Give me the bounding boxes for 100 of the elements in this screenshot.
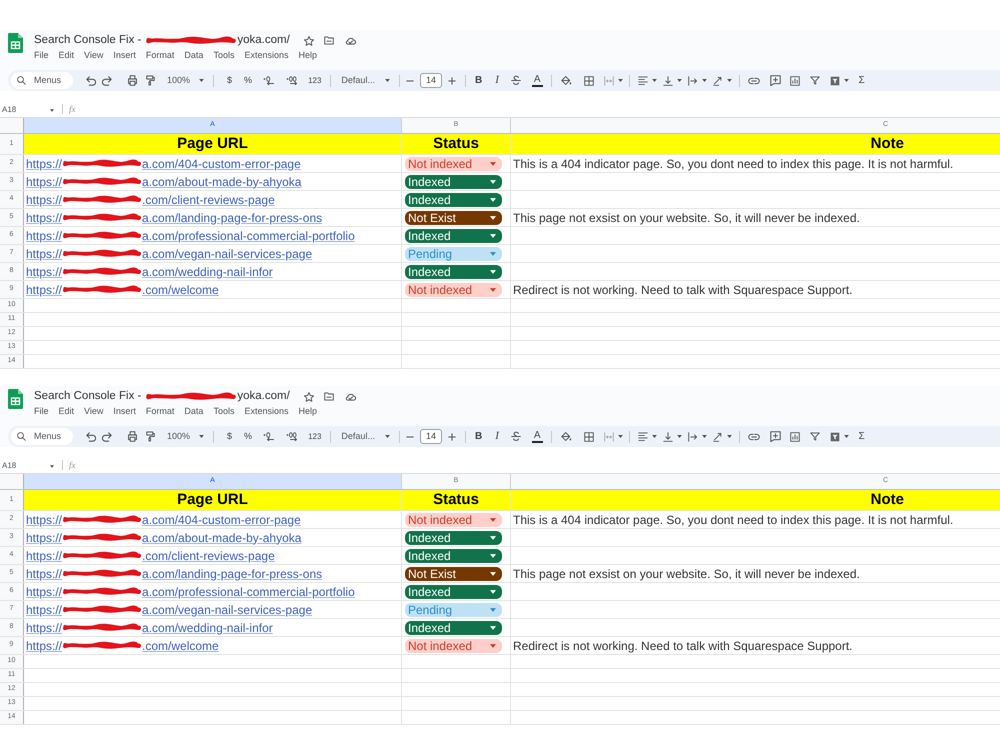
strikethrough-icon[interactable] xyxy=(510,75,521,86)
filter-icon[interactable] xyxy=(810,76,820,85)
caret-icon[interactable] xyxy=(676,435,682,438)
caret-icon[interactable] xyxy=(726,79,732,82)
font-dropdown[interactable]: Defaul... xyxy=(341,432,390,441)
name-box[interactable]: A18 xyxy=(2,106,42,114)
number-format-button[interactable]: 123 xyxy=(308,432,322,440)
menu-item[interactable]: Extensions xyxy=(244,407,288,416)
redo-icon[interactable] xyxy=(102,432,112,442)
url-link[interactable]: https:// xyxy=(26,600,62,618)
increase-decimal-icon[interactable] xyxy=(286,432,298,441)
caret-icon[interactable] xyxy=(652,435,657,438)
paint-format-icon[interactable] xyxy=(146,431,155,442)
borders-icon[interactable] xyxy=(584,76,594,86)
caret-icon[interactable] xyxy=(844,435,849,438)
cloud-icon[interactable] xyxy=(344,36,356,44)
url-link[interactable]: https:// xyxy=(26,564,62,582)
fill-color-icon[interactable] xyxy=(560,75,572,86)
filter-icon[interactable] xyxy=(810,432,820,441)
status-dropdown[interactable]: Indexed xyxy=(405,228,502,242)
status-dropdown[interactable]: Indexed xyxy=(405,584,502,598)
menus-search-button[interactable]: Menus xyxy=(11,428,73,445)
status-dropdown[interactable]: Indexed xyxy=(405,192,502,206)
url-link[interactable]: https:// xyxy=(26,208,62,226)
comment-icon[interactable] xyxy=(770,431,781,442)
align-left-icon[interactable] xyxy=(638,432,648,441)
url-link[interactable]: a.com/vegan-nail-services-page xyxy=(142,600,312,618)
plus-icon[interactable] xyxy=(448,76,456,84)
url-link[interactable]: a.com/about-made-by-ahyoka xyxy=(142,528,302,546)
text-wrap-icon[interactable] xyxy=(688,432,698,442)
url-link[interactable]: a.com/404-custom-error-page xyxy=(142,154,301,172)
folder-icon[interactable] xyxy=(324,392,334,401)
paint-format-icon[interactable] xyxy=(146,75,155,86)
decrease-decimal-icon[interactable] xyxy=(263,76,276,85)
zoom-dropdown[interactable]: 100% xyxy=(167,76,204,85)
menu-item[interactable]: Help xyxy=(298,51,317,60)
menu-item[interactable]: Help xyxy=(298,407,317,416)
caret-icon[interactable] xyxy=(676,79,682,82)
chart-icon[interactable] xyxy=(790,432,800,442)
merge-cells-icon[interactable] xyxy=(604,76,614,86)
folder-icon[interactable] xyxy=(324,36,334,45)
text-color-button[interactable]: A xyxy=(532,430,543,442)
font-dropdown[interactable]: Defaul... xyxy=(341,76,390,85)
caret-icon[interactable] xyxy=(726,435,732,438)
url-link[interactable]: https:// xyxy=(26,190,62,208)
url-link[interactable]: https:// xyxy=(26,528,62,546)
text-rotation-icon[interactable] xyxy=(712,76,723,86)
link-icon[interactable] xyxy=(748,76,760,84)
url-link[interactable]: https:// xyxy=(26,510,62,528)
url-link[interactable]: https:// xyxy=(26,226,62,244)
menu-item[interactable]: Format xyxy=(146,51,174,60)
url-link[interactable]: https:// xyxy=(26,154,62,172)
menus-search-button[interactable]: Menus xyxy=(11,72,73,89)
align-left-icon[interactable] xyxy=(638,76,648,85)
bold-button[interactable]: B xyxy=(474,432,482,442)
menu-item[interactable]: Insert xyxy=(113,51,136,60)
fill-color-icon[interactable] xyxy=(560,431,572,442)
redo-icon[interactable] xyxy=(102,76,112,86)
status-dropdown[interactable]: Indexed xyxy=(405,620,502,634)
caret-icon[interactable] xyxy=(618,435,623,438)
name-box[interactable]: A18 xyxy=(2,462,42,470)
menu-item[interactable]: Tools xyxy=(213,51,234,60)
caret-icon[interactable] xyxy=(618,79,623,82)
plus-icon[interactable] xyxy=(448,432,456,440)
print-icon[interactable] xyxy=(127,75,138,86)
percent-button[interactable]: % xyxy=(244,432,252,441)
menu-item[interactable]: View xyxy=(84,407,104,416)
vertical-align-icon[interactable] xyxy=(662,76,673,86)
caret-icon[interactable] xyxy=(702,435,707,438)
chart-icon[interactable] xyxy=(790,76,800,86)
menu-item[interactable]: Extensions xyxy=(244,51,288,60)
minus-icon[interactable] xyxy=(406,436,414,438)
currency-button[interactable]: $ xyxy=(227,76,232,85)
bold-button[interactable]: B xyxy=(474,76,482,86)
filter-views-icon[interactable] xyxy=(830,76,840,86)
status-dropdown[interactable]: Indexed xyxy=(405,548,502,562)
link-icon[interactable] xyxy=(748,432,760,440)
font-size-field[interactable]: 14 xyxy=(420,429,442,444)
url-link[interactable]: a.com/professional-commercial-portfolio xyxy=(142,226,355,244)
url-link[interactable]: a.com/professional-commercial-portfolio xyxy=(142,582,355,600)
comment-icon[interactable] xyxy=(770,75,781,86)
menu-item[interactable]: View xyxy=(84,51,104,60)
menu-item[interactable]: Edit xyxy=(58,51,74,60)
text-wrap-icon[interactable] xyxy=(688,76,698,86)
italic-button[interactable]: I xyxy=(495,75,499,86)
status-dropdown[interactable]: Not indexed xyxy=(405,512,502,526)
star-icon[interactable] xyxy=(304,392,314,402)
menu-item[interactable]: Edit xyxy=(58,407,74,416)
vertical-align-icon[interactable] xyxy=(662,432,673,442)
url-link[interactable]: .com/welcome xyxy=(142,636,219,654)
menu-item[interactable]: File xyxy=(34,51,49,60)
font-size-field[interactable]: 14 xyxy=(420,73,442,88)
status-dropdown[interactable]: Indexed xyxy=(405,530,502,544)
url-link[interactable]: a.com/404-custom-error-page xyxy=(142,510,301,528)
sum-button[interactable]: Σ xyxy=(858,76,865,86)
sheets-logo-icon[interactable] xyxy=(8,389,23,409)
url-link[interactable]: a.com/about-made-by-ahyoka xyxy=(142,172,302,190)
minus-icon[interactable] xyxy=(406,80,414,82)
undo-icon[interactable] xyxy=(86,432,96,442)
decrease-decimal-icon[interactable] xyxy=(263,432,276,441)
